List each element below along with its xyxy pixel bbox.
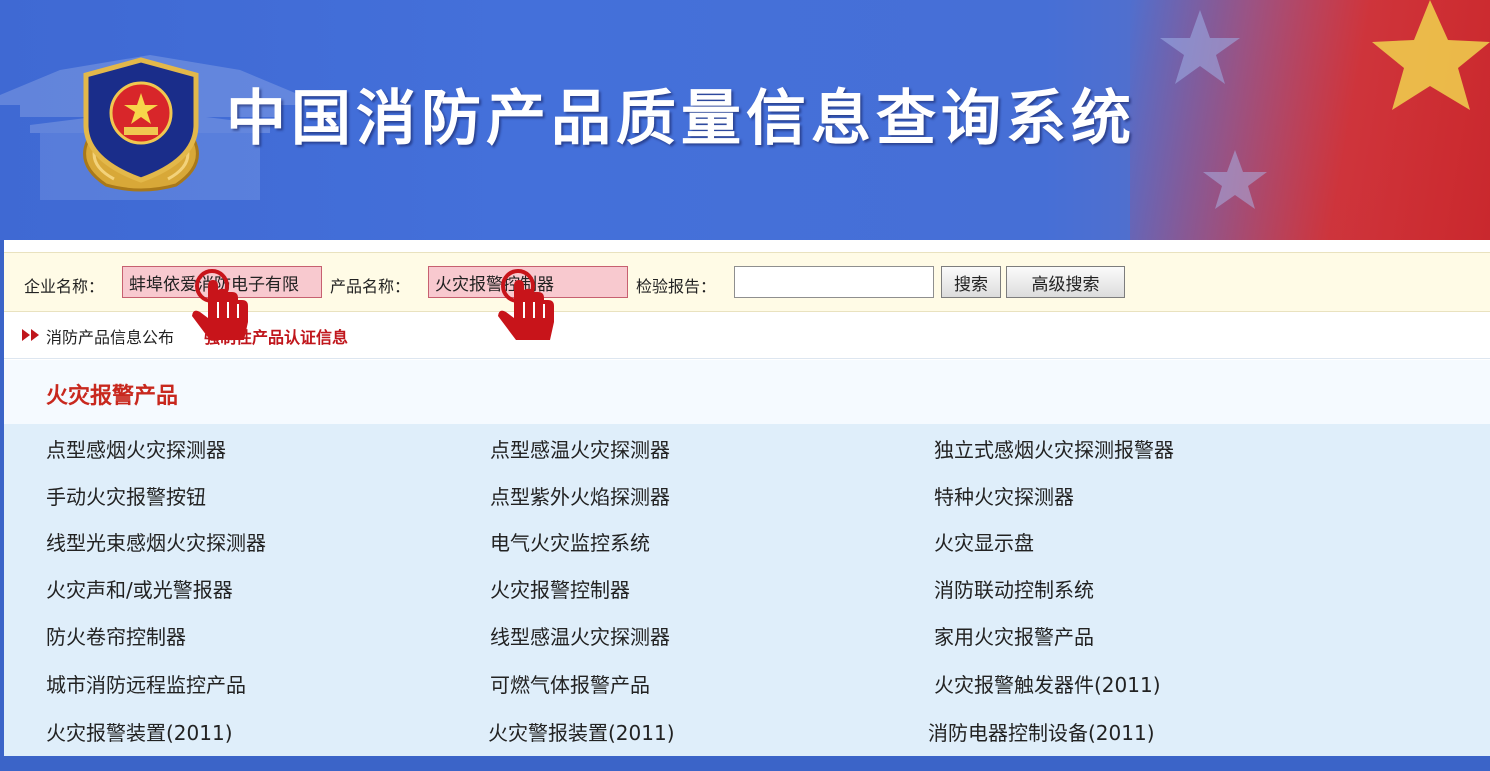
pointing-hand-icon: [498, 269, 554, 340]
double-arrow-icon: [22, 329, 39, 341]
category-item[interactable]: 家用火灾报警产品: [934, 621, 1094, 650]
breadcrumb-item-info-publish[interactable]: 消防产品信息公布: [46, 324, 174, 348]
inspection-report-label: 检验报告：: [636, 277, 717, 296]
search-button[interactable]: 搜索: [941, 266, 1001, 298]
category-item[interactable]: 火灾警报装置(2011): [488, 717, 675, 746]
category-item[interactable]: 防火卷帘控制器: [46, 621, 186, 650]
category-title: 火灾报警产品: [46, 384, 179, 409]
category-item[interactable]: 消防电器控制设备(2011): [928, 717, 1155, 746]
product-name-label: 产品名称：: [330, 277, 411, 296]
category-item[interactable]: 火灾报警装置(2011): [46, 717, 233, 746]
pointing-hand-icon: [192, 269, 248, 340]
category-item[interactable]: 火灾报警控制器: [490, 574, 630, 603]
national-flag-background: [1130, 0, 1490, 240]
category-item[interactable]: 火灾显示盘: [934, 527, 1034, 556]
advanced-search-button[interactable]: 高级搜索: [1006, 266, 1125, 298]
category-section: 火灾报警产品 点型感烟火灾探测器 点型感温火灾探测器 独立式感烟火灾探测报警器 …: [4, 360, 1490, 756]
category-item[interactable]: 点型紫外火焰探测器: [490, 481, 670, 510]
category-item[interactable]: 线型感温火灾探测器: [490, 621, 670, 650]
site-title: 中国消防产品质量信息查询系统: [226, 84, 1136, 154]
category-item[interactable]: 电气火灾监控系统: [490, 527, 650, 556]
category-item[interactable]: 火灾声和/或光警报器: [46, 574, 233, 603]
police-emblem-icon: [83, 57, 199, 192]
category-item[interactable]: 火灾报警触发器件(2011): [934, 669, 1161, 698]
category-item[interactable]: 点型感温火灾探测器: [490, 434, 670, 463]
bottom-border: [0, 756, 1490, 771]
header-banner: 中国消防产品质量信息查询系统: [0, 0, 1490, 240]
category-item[interactable]: 点型感烟火灾探测器: [46, 434, 226, 463]
category-item[interactable]: 线型光束感烟火灾探测器: [46, 527, 266, 556]
category-item[interactable]: 手动火灾报警按钮: [46, 481, 206, 510]
category-item[interactable]: 消防联动控制系统: [934, 574, 1094, 603]
company-name-label: 企业名称：: [24, 277, 105, 296]
category-item[interactable]: 独立式感烟火灾探测报警器: [934, 434, 1174, 463]
category-item[interactable]: 可燃气体报警产品: [490, 669, 650, 698]
category-item[interactable]: 城市消防远程监控产品: [46, 669, 246, 698]
inspection-report-input[interactable]: [734, 266, 934, 298]
category-item[interactable]: 特种火灾探测器: [934, 481, 1074, 510]
